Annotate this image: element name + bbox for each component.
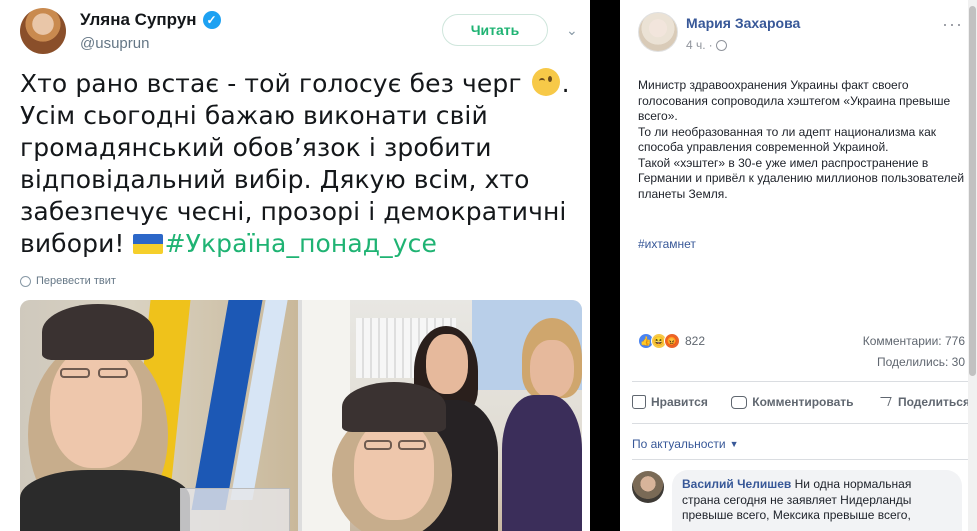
tweet-card: Уляна Супрун ✓ @usuprun Читать ⌄ Хто ран…	[0, 0, 590, 531]
reactions-summary[interactable]: 👍 😆 😡 822	[638, 333, 705, 349]
tweet-text-line: забезпечує чесні, прозорі і демократичні	[20, 197, 567, 226]
more-options-icon[interactable]: ···	[942, 14, 963, 35]
post-body: Министр здравоохранения Украины факт сво…	[638, 78, 970, 202]
like-button[interactable]: Нравится	[632, 395, 708, 409]
facebook-post-card: Мария Захарова 4 ч. · ··· Министр здраво…	[620, 0, 977, 531]
thumbs-up-icon	[632, 395, 646, 409]
tweet-text: Хто рано встає - той голосує без черг . …	[20, 68, 580, 260]
divider	[632, 459, 970, 460]
commenter-avatar[interactable]	[632, 471, 664, 503]
tweet-text-line: Хто рано встає - той голосує без черг .	[20, 68, 570, 98]
comment-sort-label[interactable]: По актуальности	[632, 437, 726, 451]
tweet-author-name-text[interactable]: Уляна Супрун	[80, 10, 197, 30]
tweet-photo-left[interactable]	[20, 300, 298, 531]
tweet-text-line: вибори! #Україна_понад_усе	[20, 229, 437, 258]
tweet-hashtag-link[interactable]: #Україна_понад_усе	[165, 229, 437, 258]
translate-tweet-link[interactable]: Перевести твит	[20, 275, 116, 287]
share-button-label[interactable]: Поделиться	[898, 395, 970, 409]
angry-reaction-icon: 😡	[664, 333, 680, 349]
globe-icon	[20, 275, 31, 287]
divider	[632, 381, 970, 382]
comment-button-label[interactable]: Комментировать	[752, 395, 853, 409]
photo-glasses	[364, 440, 392, 450]
verified-badge-icon: ✓	[202, 11, 221, 29]
photo-glasses	[98, 368, 128, 378]
divider	[632, 423, 970, 424]
chevron-down-icon[interactable]: ⌄	[566, 22, 580, 38]
comment-bubble: Василий Челишев Ни одна нормальная стран…	[672, 470, 962, 531]
vertical-scrollbar[interactable]	[968, 0, 977, 531]
post-body-text: Министр здравоохранения Украины факт сво…	[638, 78, 965, 201]
tweet-text-line: Усім сьогодні бажаю виконати свій	[20, 101, 488, 130]
comment-sort-dropdown[interactable]: По актуальности ▼	[632, 437, 739, 451]
tweet-author-name[interactable]: Уляна Супрун ✓	[80, 10, 221, 30]
post-author-avatar[interactable]	[638, 12, 678, 52]
separator-dot: ·	[708, 38, 713, 52]
like-button-label[interactable]: Нравится	[651, 395, 708, 409]
photo-woman2-top	[502, 395, 582, 531]
share-arrow-icon	[877, 396, 893, 408]
tweet-photo-right[interactable]	[302, 300, 582, 531]
public-globe-icon	[715, 39, 727, 51]
photo-woman2-face	[530, 340, 574, 398]
post-author-name[interactable]: Мария Захарова	[686, 15, 800, 31]
tweet-photo[interactable]	[20, 300, 582, 531]
photo-ballot-box	[180, 488, 290, 531]
reactions-count[interactable]: 822	[685, 334, 705, 348]
post-time-text[interactable]: 4 ч.	[686, 38, 706, 52]
photo-shirt	[20, 470, 190, 531]
photo-woman-face	[426, 334, 468, 394]
photo-cap	[342, 382, 446, 432]
tweet-author-avatar[interactable]	[20, 8, 66, 54]
post-hashtag-link[interactable]: #ихтамнет	[638, 237, 696, 251]
tweet-author-handle[interactable]: @usuprun	[80, 35, 149, 52]
comment-icon	[731, 395, 748, 409]
photo-cap	[42, 304, 154, 360]
post-timestamp[interactable]: 4 ч. ·	[686, 38, 727, 52]
tweet-text-line: громадянський обов’язок і зробити	[20, 133, 492, 162]
comment-author-name[interactable]: Василий Челишев	[682, 477, 791, 491]
follow-button[interactable]: Читать	[442, 14, 548, 46]
share-button[interactable]: Поделиться	[877, 395, 970, 409]
wink-emoji-icon	[531, 68, 560, 96]
tweet-text-line: відповідальний вибір. Дякую всім, хто	[20, 165, 530, 194]
ukraine-flag-emoji-icon	[132, 234, 163, 254]
photo-face	[354, 420, 434, 520]
scrollbar-thumb[interactable]	[969, 6, 976, 376]
translate-tweet-label[interactable]: Перевести твит	[36, 275, 116, 287]
photo-glasses	[398, 440, 426, 450]
photo-glasses	[60, 368, 90, 378]
post-actions-bar: Нравится Комментировать Поделиться	[632, 385, 970, 419]
caret-down-icon: ▼	[729, 439, 739, 449]
comment-button[interactable]: Комментировать	[731, 395, 854, 409]
photo-face	[50, 348, 142, 468]
comments-count-link[interactable]: Комментарии: 776	[863, 334, 965, 348]
shares-count-link[interactable]: Поделились: 30	[877, 355, 965, 369]
